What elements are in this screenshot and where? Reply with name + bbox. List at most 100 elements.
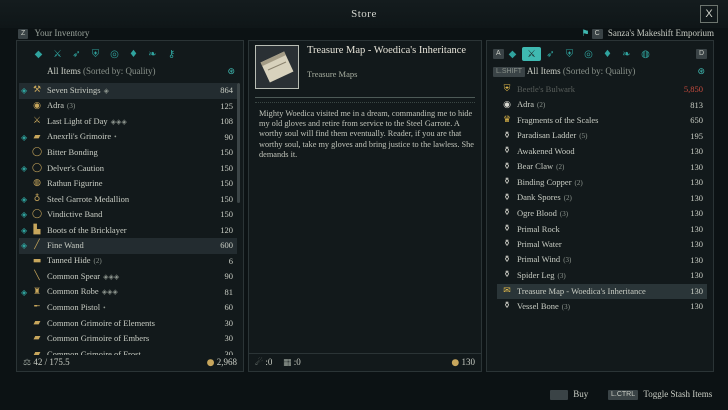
inventory-item[interactable]: ▰ Common Grimoire of Frost 30 (19, 347, 237, 356)
inventory-item[interactable]: ▰ Common Grimoire of Embers 30 (19, 331, 237, 347)
crown-icon: ♛ (502, 115, 512, 125)
inventory-item[interactable]: ◈ ♜ Common Robe ◈◈◈ 81 (19, 285, 237, 301)
vendor-item[interactable]: ♛ Fragments of the Scales 650 (497, 113, 707, 129)
ingredient-icon: ⚱ (503, 239, 511, 249)
item-name: Adra (3) (47, 98, 75, 115)
item-value: 130 (690, 223, 703, 234)
item-value: 130 (690, 239, 703, 249)
price-coin-icon: ● (451, 358, 460, 368)
vendor-tab-bow-icon[interactable]: ➶ (541, 47, 560, 61)
vendor-item[interactable]: ◉ Adra (2) 813 (497, 98, 707, 114)
inventory-tab-scroll-icon[interactable]: ❧ (143, 47, 162, 61)
vendor-tab-shield-icon[interactable]: ⛨ (560, 47, 579, 61)
item-name-text: Paradisan Ladder (517, 130, 577, 140)
spear-icon: ╲ (34, 271, 40, 281)
inventory-item[interactable]: ◈ ▙ Boots of the Bricklayer 120 (19, 223, 237, 239)
inventory-tab-key-icon[interactable]: ⚷ (162, 47, 181, 61)
vendor-tab-sword-icon[interactable]: ⚔ (522, 47, 541, 61)
inventory-scrollbar[interactable] (237, 83, 240, 203)
item-name: Awakened Wood (517, 144, 575, 160)
vendor-item[interactable]: ⚱ Bear Claw (2) 130 (497, 160, 707, 176)
item-name: Ogre Blood (3) (517, 206, 568, 223)
inventory-item[interactable]: ▬ Tanned Hide (2) 6 (19, 254, 237, 270)
item-name-text: Fine Wand (47, 240, 84, 250)
vendor-item[interactable]: ✉ Treasure Map - Woedica's Inheritance 130 (497, 283, 707, 299)
vendor-item[interactable]: ⚱ Primal Water 130 (497, 237, 707, 253)
vendor-item[interactable]: ⚱ Dank Spores (2) 130 (497, 191, 707, 207)
vendor-sort[interactable]: L.SHIFT All Items (Sorted by: Quality) (493, 66, 635, 77)
inventory-sort[interactable]: All Items (Sorted by: Quality) (47, 66, 156, 76)
vendor-tab-gem-icon[interactable]: ◆ (503, 47, 522, 61)
vendor-item[interactable]: ⚱ Awakened Wood 130 (497, 144, 707, 160)
item-tag: ◈◈◈ (110, 117, 127, 126)
item-name-text: Adra (47, 100, 64, 110)
item-value: 150 (220, 209, 233, 219)
inventory-item[interactable]: ◈ ◯ Vindictive Band 150 (19, 207, 237, 223)
item-value: 120 (220, 224, 233, 235)
vendor-tab-coin-icon[interactable]: ◍ (636, 47, 655, 61)
inventory-item[interactable]: ◈ ⚒ Seven Strivings ◈ 864 (19, 83, 237, 99)
inventory-tab-shield-icon[interactable]: ⛨ (86, 47, 105, 61)
inventory-item[interactable]: ◍ Rathun Figurine 150 (19, 176, 237, 192)
inventory-item[interactable]: ⚔ Last Light of Day ◈◈◈ 108 (19, 114, 237, 130)
item-name: Dank Spores (2) (517, 190, 572, 207)
inventory-tab-bow-icon[interactable]: ➶ (67, 47, 86, 61)
vendor-item[interactable]: ⚱ Ogre Blood (3) 130 (497, 206, 707, 222)
vendor-item[interactable]: ⚱ Binding Copper (2) 130 (497, 175, 707, 191)
weight-icon: ⚖ (23, 358, 32, 368)
inventory-item[interactable]: ╲ Common Spear ◈◈◈ 90 (19, 269, 237, 285)
vendor-tab-ring-icon[interactable]: ◎ (579, 47, 598, 61)
inventory-tab-potion-icon[interactable]: ♦ (124, 47, 143, 61)
item-value: 130 (690, 301, 703, 311)
vendor-item[interactable]: ⚱ Vessel Bone (3) 130 (497, 299, 707, 315)
vendor-sort-label: All Items (526, 66, 561, 76)
item-name: Bear Claw (2) (517, 159, 564, 176)
ingredient-icon: ⚱ (503, 192, 511, 203)
vendor-filter-icon[interactable]: ⊛ (697, 67, 705, 77)
inventory-tab-gem-icon[interactable]: ◆ (29, 47, 48, 61)
inventory-item[interactable]: ◈ ▰ Anexrli's Grimoire • 90 (19, 130, 237, 146)
pin-icon: ◈ (21, 210, 28, 219)
item-name: Fragments of the Scales (517, 113, 598, 129)
inventory-tab-sword-icon[interactable]: ⚔ (48, 47, 67, 61)
sword-icon: ⚔ (32, 116, 42, 126)
vendor-item[interactable]: ⚱ Spider Leg (3) 130 (497, 268, 707, 284)
inventory-filter-icon[interactable]: ⊛ (227, 67, 235, 77)
item-value: 150 (220, 147, 233, 157)
inventory-item[interactable]: ◈ ◯ Delver's Caution 150 (19, 161, 237, 177)
vendor-item[interactable]: ⚱ Primal Wind (3) 130 (497, 253, 707, 269)
vendor-tab-next-key[interactable]: D (695, 49, 707, 59)
inventory-item[interactable]: ▰ Common Grimoire of Elements 30 (19, 316, 237, 332)
buy-hint[interactable]: Buy (550, 389, 588, 400)
item-tag: (2) (537, 101, 546, 109)
inventory-item[interactable]: ◉ Adra (3) 125 (19, 99, 237, 115)
ingredient-icon: ⚱ (503, 130, 511, 141)
inventory-item[interactable]: ◈ ╱ Fine Wand 600 (19, 238, 237, 254)
close-button[interactable]: X (700, 5, 718, 23)
stash-hint[interactable]: L.CTRL Toggle Stash Items (608, 389, 712, 400)
inventory-item[interactable]: ╾ Common Pistol • 60 (19, 300, 237, 316)
item-name: Boots of the Bricklayer (47, 223, 127, 239)
item-value: 650 (690, 115, 703, 125)
item-value: 150 (220, 178, 233, 188)
grimoire-icon: ▰ (33, 333, 41, 343)
inventory-tab-ring-icon[interactable]: ◎ (105, 47, 124, 61)
vendor-tab-potion-icon[interactable]: ♦ (598, 47, 617, 61)
vendor-tab-scroll-icon[interactable]: ❧ (617, 47, 636, 61)
item-name-text: Common Pistol (47, 301, 101, 312)
inventory-item[interactable]: ◯ Bitter Bonding 150 (19, 145, 237, 161)
vendor-panel: A ◆ ⚔ ➶ ⛨ ◎ ♦ ❧ ◍ D L.SHIFT All Items (Sorted b… (486, 40, 714, 372)
inventory-item[interactable]: ◈ ♁ Steel Garrote Medallion 150 (19, 192, 237, 208)
item-name-text: Awakened Wood (517, 146, 575, 156)
item-name-text: Vindictive Band (47, 209, 103, 219)
vendor-item[interactable]: ⚱ Paradisan Ladder (5) 195 (497, 129, 707, 145)
detail-price-value: 130 (461, 357, 476, 367)
item-value: 150 (220, 193, 233, 204)
item-name: Common Robe ◈◈◈ (47, 284, 118, 301)
item-tag: ◈ (103, 86, 109, 95)
vendor-item[interactable]: ⚱ Primal Rock 130 (497, 222, 707, 238)
vendor-item[interactable]: ⛨ Beetle's Bulwark 5,850 (497, 82, 707, 98)
item-value: 813 (690, 99, 703, 110)
item-name-text: Vessel Bone (517, 300, 559, 311)
item-name-text: Common Spear (47, 270, 101, 281)
